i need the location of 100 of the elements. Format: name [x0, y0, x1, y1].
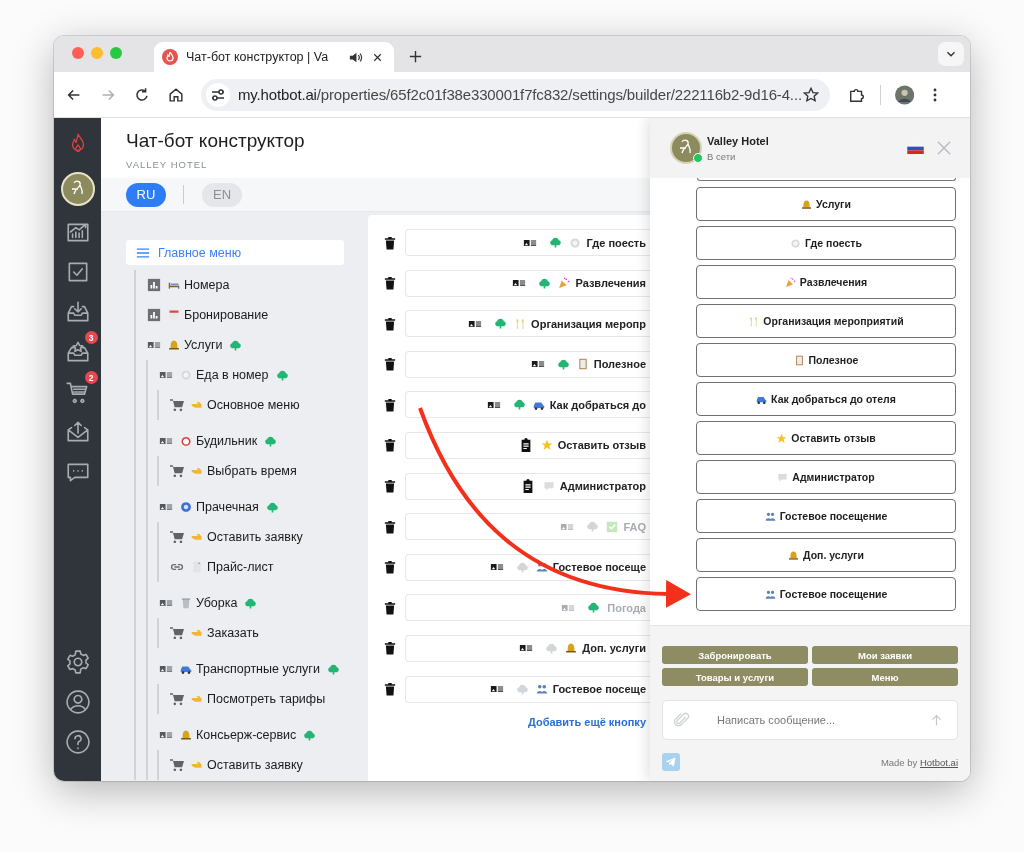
tree-item[interactable]: Заказать	[170, 618, 368, 648]
cart-icon	[170, 626, 184, 640]
chat-menu-button[interactable]: Где поесть	[696, 226, 956, 260]
tree-item[interactable]: Будильник	[159, 426, 368, 456]
chat-menu-button[interactable]: Оставить отзыв	[696, 421, 956, 455]
hotel-avatar-icon	[670, 132, 702, 164]
tree-item[interactable]: Оставить заявку	[170, 750, 368, 780]
pointing-hand-icon	[191, 465, 203, 477]
new-tab-icon[interactable]	[408, 49, 423, 64]
star-icon	[776, 432, 788, 444]
speech-bubble-icon	[542, 480, 555, 493]
browser-tab[interactable]: Чат-бот конструктор | Va	[154, 42, 394, 72]
chat-menu-button[interactable]: Полезное	[696, 343, 956, 377]
count-badge: 3	[84, 331, 98, 344]
chat-menu-button[interactable]: Услуги	[696, 187, 956, 221]
cart-icon	[170, 398, 184, 412]
spiral-icon	[180, 501, 192, 513]
paperclip-icon[interactable]	[673, 711, 691, 729]
trash-icon[interactable]	[384, 438, 396, 453]
page-title: Чат-бот конструктор	[126, 130, 305, 152]
trash-icon[interactable]	[384, 682, 396, 697]
help-icon[interactable]	[64, 729, 91, 755]
menu-button-row[interactable]: Как добраться до	[405, 391, 650, 419]
plate-icon	[790, 237, 802, 249]
profile-avatar[interactable]	[894, 83, 914, 106]
notebook-icon	[576, 358, 589, 371]
trash-icon[interactable]	[384, 276, 396, 291]
trash-icon[interactable]	[384, 316, 396, 331]
menu-button-row[interactable]: Организация меропр	[405, 310, 650, 338]
pointing-hand-icon	[191, 531, 203, 543]
tree-item[interactable]: Консьерж-сервис	[159, 720, 368, 750]
cart-icon	[170, 530, 184, 544]
menu-button-row[interactable]: Гостевое посеще	[405, 553, 650, 581]
main-menu-item[interactable]: Главное меню	[126, 240, 344, 265]
menu-button-row[interactable]: Полезное	[405, 350, 650, 378]
hotel-name: VALLEY HOTEL	[126, 159, 208, 170]
tree-item[interactable]: Уборка	[159, 588, 368, 618]
menu-button-row[interactable]: Где поесть	[405, 229, 650, 256]
tree-item[interactable]: Прачечная	[159, 492, 368, 522]
chat-menu-button[interactable]: Как добраться до отеля	[696, 382, 956, 416]
car-icon	[180, 663, 192, 675]
chat-menu-button[interactable]: Администратор	[696, 460, 956, 494]
tree-item[interactable]: Посмотреть тарифы	[170, 684, 368, 714]
tree-item[interactable]: Номера	[147, 270, 368, 300]
bookmark-star-icon[interactable]	[801, 85, 820, 104]
tab-search-button[interactable]	[938, 42, 964, 66]
menu-icon	[136, 245, 150, 260]
tree-item[interactable]: Выбрать время	[170, 456, 368, 486]
language-tab[interactable]: RU	[126, 182, 166, 207]
speech-bubble-icon	[777, 471, 789, 483]
site-settings-icon[interactable]	[206, 82, 230, 107]
tree-item[interactable]: Бронирование	[147, 300, 368, 330]
star-icon	[540, 439, 553, 452]
bell-icon	[168, 339, 180, 351]
message-composer[interactable]: Написать сообщение...	[662, 700, 958, 740]
menu-button-row[interactable]: Оставить отзыв	[405, 431, 650, 459]
tree-item[interactable]: Услуги	[147, 330, 368, 360]
tree-item[interactable]: Основное меню	[170, 390, 368, 420]
menu-button-row[interactable]: Гостевое посеще	[405, 675, 650, 703]
online-status: В сети	[707, 150, 737, 162]
trash-icon[interactable]	[384, 479, 396, 494]
add-button-link[interactable]: Добавить ещё кнопку	[527, 716, 646, 729]
bell-icon	[180, 729, 192, 741]
trash-icon[interactable]	[384, 600, 396, 615]
tree-item[interactable]: Еда в номер	[159, 360, 368, 390]
message-input[interactable]: Написать сообщение...	[715, 713, 930, 727]
trash-icon[interactable]	[384, 357, 396, 372]
tree-item[interactable]: Транспортные услуги	[159, 654, 368, 684]
chat-menu-button[interactable]: Гостевое посещение	[696, 577, 956, 611]
bar-chart-icon	[147, 308, 161, 322]
hotel-avatar-icon[interactable]	[60, 172, 95, 206]
chat-menu-button[interactable]: Гостевое посещение	[696, 499, 956, 533]
chat-menu-button[interactable]: Развлечения	[696, 265, 956, 299]
chat-bot-name: Valley Hotel	[707, 134, 769, 147]
calendar-icon	[168, 309, 180, 321]
party-popper-icon	[558, 277, 571, 290]
checkmark-icon	[606, 520, 619, 533]
plate-icon	[180, 369, 192, 381]
tree-item[interactable]: Оставить заявку	[170, 522, 368, 552]
cart-icon	[170, 692, 184, 706]
menu-button-row[interactable]: Доп. услуги	[405, 634, 650, 662]
page-icon	[191, 561, 203, 573]
trash-icon[interactable]	[384, 397, 396, 412]
address-bar[interactable]: my.hotbot.ai/properties/65f2c01f38e330001f7fc832/settings/builder/222116b2-9d16-4...	[201, 78, 830, 111]
people-icon	[535, 561, 548, 574]
settings-icon[interactable]	[64, 649, 91, 675]
trash-icon[interactable]	[384, 519, 396, 534]
menu-button-row[interactable]: Развлечения	[405, 269, 650, 297]
count-badge: 2	[84, 371, 98, 384]
hotbot-link[interactable]: Hotbot.ai	[919, 756, 958, 768]
chat-menu-button[interactable]: Организация мероприятий	[696, 304, 956, 338]
user-icon[interactable]	[64, 689, 91, 715]
cart-icon	[170, 464, 184, 478]
menu-button-row[interactable]: Администратор	[405, 472, 650, 500]
trash-icon[interactable]	[384, 235, 396, 250]
bell-icon	[565, 642, 578, 655]
trash-icon[interactable]	[384, 560, 396, 575]
trash-icon[interactable]	[384, 641, 396, 656]
tree-item[interactable]: Прайс-лист	[170, 552, 368, 582]
chat-menu-button[interactable]: Доп. услуги	[696, 538, 956, 572]
